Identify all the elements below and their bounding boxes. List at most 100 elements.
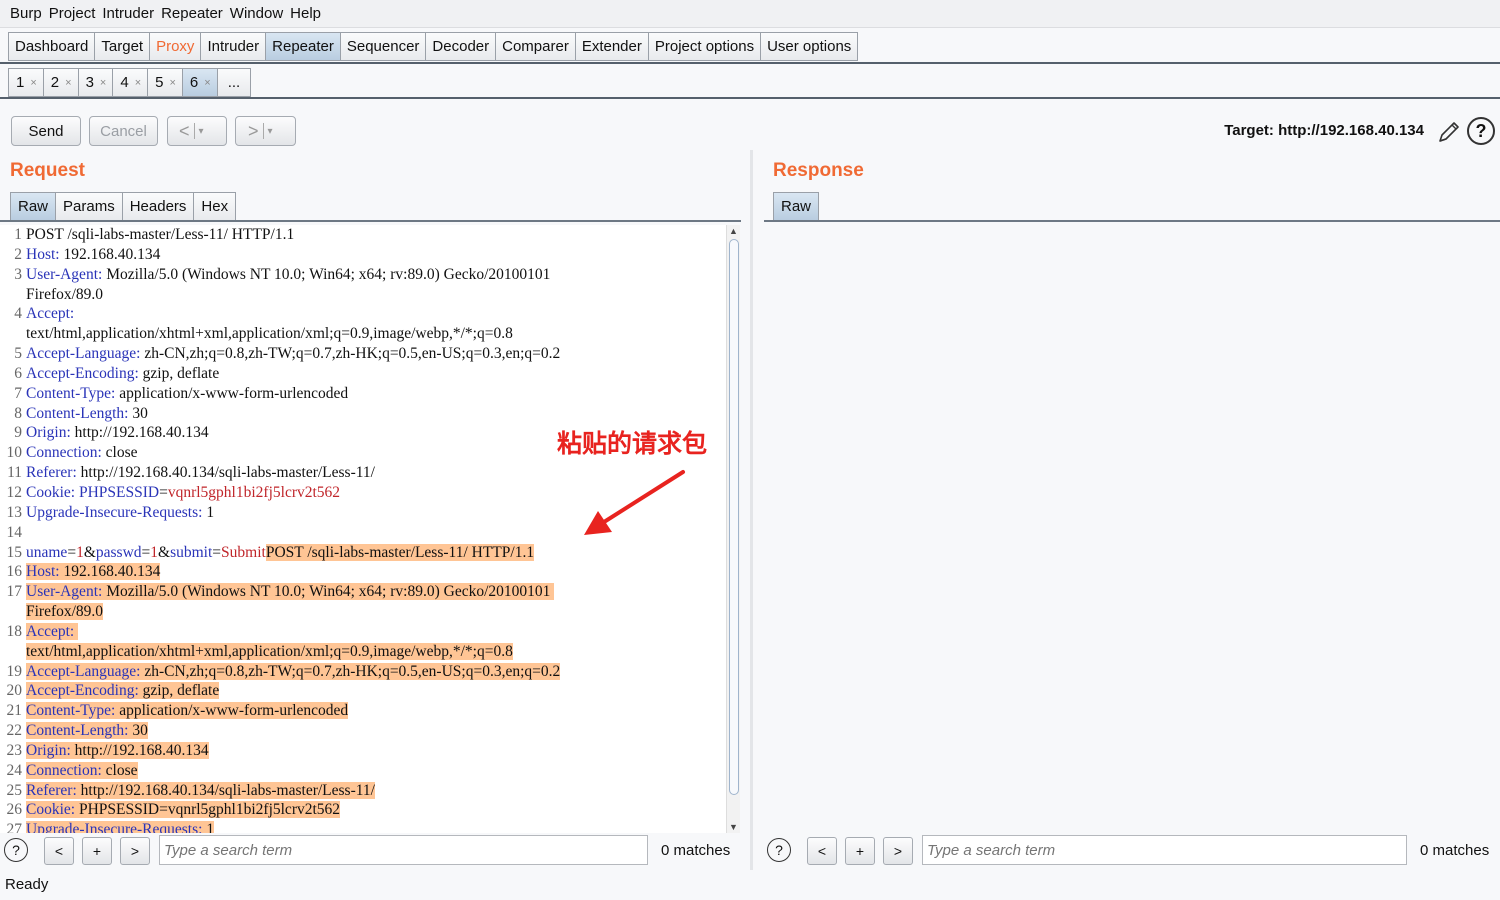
editor-line: 5 Accept-Language: zh-CN,zh;q=0.8,zh-TW;q… [0,344,726,364]
code-token: & [158,543,171,561]
search-next-button[interactable]: > [883,837,913,865]
separator [193,123,195,139]
request-editor[interactable]: 1 POST /sqli-labs-master/Less-11/ HTTP/1.… [0,225,726,833]
cancel-button[interactable]: Cancel [89,116,158,146]
tab-extender[interactable]: Extender [574,32,648,61]
line-text: Accept-Language: zh-CN,zh;q=0.8,zh-TW;q=… [26,344,560,364]
search-add-button[interactable]: + [845,837,875,865]
tab-intruder[interactable]: Intruder [200,32,266,61]
forward-arrow-icon: > [248,120,259,141]
close-icon[interactable]: × [30,77,36,89]
editor-line: 25 Referer: http://192.168.40.134/sqli-la… [0,781,726,801]
editor-line: Firefox/89.0 [0,285,726,305]
scroll-up-icon[interactable]: ▲ [729,226,738,236]
menu-help[interactable]: Help [290,5,321,22]
main-tabs: Dashboard Target Proxy Intruder Repeater… [8,32,859,62]
repeater-tab-2[interactable]: 2 × [42,68,78,97]
repeater-tab-4[interactable]: 4 × [112,68,148,97]
separator [262,123,264,139]
line-number: 7 [14,384,22,402]
close-icon[interactable]: × [100,77,106,89]
tab-raw[interactable]: Raw [10,192,56,221]
tab-target[interactable]: Target [94,32,150,61]
line-text: POST /sqli-labs-master/Less-11/ HTTP/1.1 [26,225,294,245]
code-token: User-Agent: [26,265,103,283]
line-number: 8 [14,404,22,422]
menu-project[interactable]: Project [49,5,96,22]
tab-headers[interactable]: Headers [121,192,194,221]
chevron-down-icon[interactable]: ▾ [268,126,273,137]
annotation-label: 粘贴的请求包 [557,429,708,458]
line-text: Connection: close [26,761,138,781]
code-token: zh-CN,zh;q=0.8,zh-TW;q=0.7,zh-HK;q=0.5,e… [140,345,561,363]
tab-proxy[interactable]: Proxy [149,32,201,61]
code-token: http://192.168.40.134/sqli-labs-master/L… [76,464,375,482]
tab-raw[interactable]: Raw [773,192,820,221]
scroll-down-icon[interactable]: ▼ [729,822,738,832]
repeater-tabs: 1 × 2 × 3 × 4 × 5 × 6 × ... [8,68,252,98]
line-number: 13 [6,503,23,521]
code-token: POST /sqli-labs-master/Less-11/ HTTP/1.1 [265,543,535,561]
close-icon[interactable]: × [169,77,175,89]
close-icon[interactable]: × [204,77,210,89]
line-number: 24 [6,761,23,779]
menu-window[interactable]: Window [230,5,283,22]
menu-burp[interactable]: Burp [10,5,42,22]
editor-line: 2 Host: 192.168.40.134 [0,245,726,265]
response-editor[interactable] [764,225,1500,833]
menu-bar: Burp Project Intruder Repeater Window He… [0,0,1500,28]
send-button[interactable]: Send [11,116,81,146]
editor-line: 18 Accept: [0,622,726,642]
editor-line: 4 Accept: [0,304,726,324]
repeater-tab-5[interactable]: 5 × [147,68,182,97]
line-text: Host: 192.168.40.134 [26,245,160,265]
code-token: POST /sqli-labs-master/Less-11/ HTTP/1.1 [26,226,295,243]
line-number: 11 [7,464,22,482]
line-text: Referer: http://192.168.40.134/sqli-labs… [26,463,375,483]
code-token: close [101,444,138,462]
search-prev-button[interactable]: < [44,837,74,865]
tab-sequencer[interactable]: Sequencer [339,32,426,61]
search-next-button[interactable]: > [120,837,150,865]
repeater-tab-3[interactable]: 3 × [77,68,113,97]
menu-intruder[interactable]: Intruder [102,5,154,22]
editor-line: text/html,application/xhtml+xml,applicat… [0,324,726,344]
request-scrollbar[interactable]: ▲ ▼ [726,225,740,833]
tab-hex[interactable]: Hex [193,192,237,221]
tab-repeater[interactable]: Repeater [265,32,340,61]
code-token: 192.168.40.134 [59,245,161,263]
pane-divider[interactable] [750,150,753,870]
line-text: Content-Length: 30 [26,721,148,741]
chevron-down-icon[interactable]: ▾ [199,126,204,137]
help-icon[interactable]: ? [1467,117,1495,145]
repeater-tab-1[interactable]: 1 × [8,68,43,97]
tab-decoder[interactable]: Decoder [425,32,496,61]
code-token: text/html,application/xhtml+xml,applicat… [26,642,513,660]
repeater-tab-new[interactable]: ... [216,68,252,97]
close-icon[interactable]: × [65,77,71,89]
editor-line: 15 uname=1&passwd=1&submit=SubmitPOST /sq… [0,543,726,563]
close-icon[interactable]: × [135,77,141,89]
tab-dashboard[interactable]: Dashboard [8,32,95,61]
repeater-tab-6[interactable]: 6 × [181,68,217,97]
tab-user-options[interactable]: User options [760,32,859,61]
pencil-icon[interactable] [1436,119,1462,145]
back-button[interactable]: < ▾ [167,116,227,146]
tab-project-options[interactable]: Project options [647,32,761,61]
code-token: zh-CN,zh;q=0.8,zh-TW;q=0.7,zh-HK;q=0.5,e… [140,662,561,680]
search-prev-button[interactable]: < [807,837,837,865]
menu-repeater[interactable]: Repeater [161,5,223,22]
help-icon[interactable]: ? [4,838,28,862]
line-number: 2 [14,245,22,263]
search-add-button[interactable]: + [82,837,112,865]
tab-params[interactable]: Params [55,192,122,221]
line-number [0,642,22,662]
line-number: 20 [6,682,23,700]
forward-button[interactable]: > ▾ [235,116,296,146]
tab-comparer[interactable]: Comparer [495,32,575,61]
scrollbar-thumb[interactable] [729,239,739,795]
line-text: Cookie: PHPSESSID=vqnrl5gphl1bi2fj5lcrv2… [26,800,341,820]
help-icon[interactable]: ? [767,838,791,862]
response-search-input[interactable] [922,835,1407,865]
request-search-input[interactable] [159,835,648,865]
